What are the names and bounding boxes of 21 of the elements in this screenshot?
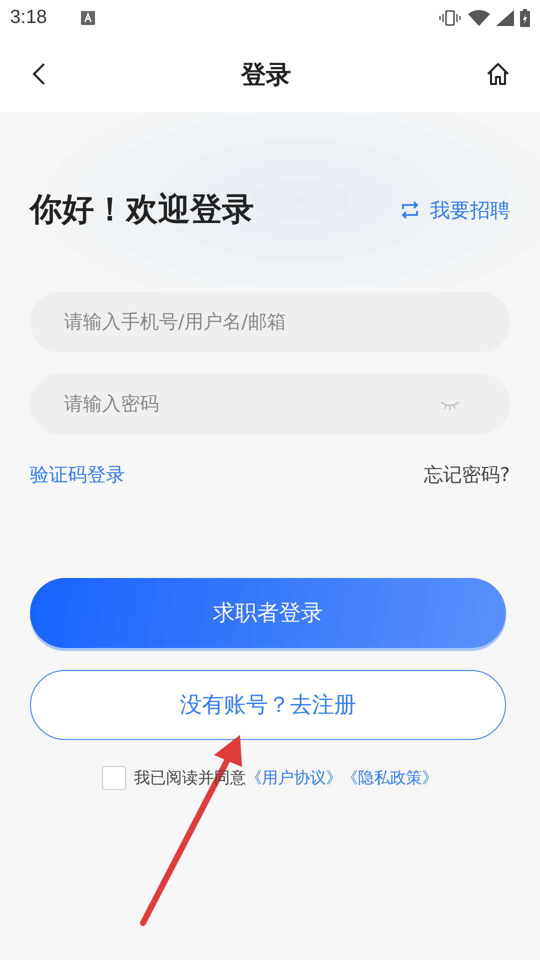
recruit-switch-link[interactable]: 我要招聘 [400, 196, 510, 224]
code-login-link[interactable]: 验证码登录 [30, 462, 125, 488]
input-field[interactable]: 请输入密码 [30, 374, 510, 434]
vibrate-icon [438, 10, 462, 26]
home-icon[interactable] [486, 62, 510, 86]
status-time: 3:18 [10, 7, 47, 29]
policy-link[interactable]: 《用户协议》 [246, 768, 342, 788]
welcome-heading: 你好！欢迎登录 [30, 189, 254, 230]
register-button[interactable]: 没有账号？去注册 [30, 670, 506, 740]
wifi-icon [468, 10, 490, 26]
signal-icon [496, 10, 514, 26]
forgot-password-link[interactable]: 忘记密码? [424, 462, 510, 488]
battery-icon [520, 9, 530, 27]
agreement-checkbox[interactable] [102, 766, 126, 790]
policy-link[interactable]: 《隐私政策》 [342, 768, 438, 788]
page-title: 登录 [241, 58, 291, 90]
keyboard-letter-icon [80, 11, 95, 25]
input-field[interactable]: 请输入手机号/用户名/邮箱 [30, 292, 510, 352]
back-icon[interactable] [32, 63, 46, 85]
login-button[interactable]: 求职者登录 [30, 578, 506, 648]
swap-arrows-icon [400, 201, 420, 219]
